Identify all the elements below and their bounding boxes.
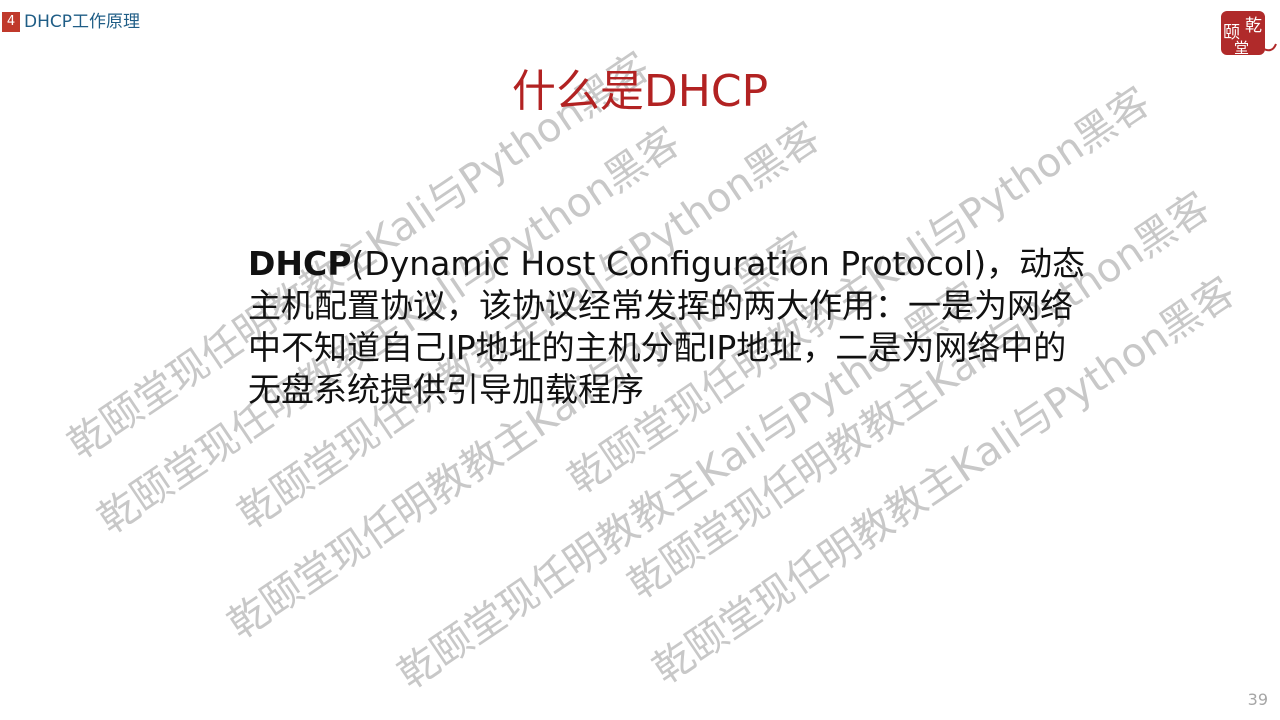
section-title: DHCP工作原理 — [24, 12, 140, 32]
slide: 乾颐堂现任明教教主Kali与Python黑客 乾颐堂现任明教教主Kali与Pyt… — [0, 0, 1280, 720]
body-paragraph: DHCP(Dynamic Host Configuration Protocol… — [248, 243, 1098, 411]
body-term: DHCP — [248, 244, 352, 283]
slide-title: 什么是DHCP — [511, 66, 769, 117]
seal-char-1: 乾 — [1245, 16, 1262, 36]
section-header: 4 DHCP工作原理 — [2, 11, 140, 33]
body-description: (Dynamic Host Configuration Protocol)，动态… — [248, 244, 1086, 409]
seal-char-3: 堂 — [1234, 39, 1249, 57]
section-number-badge: 4 — [2, 12, 20, 32]
page-number: 39 — [1247, 690, 1268, 709]
logo-seal: 乾 颐 堂 — [1221, 11, 1277, 57]
